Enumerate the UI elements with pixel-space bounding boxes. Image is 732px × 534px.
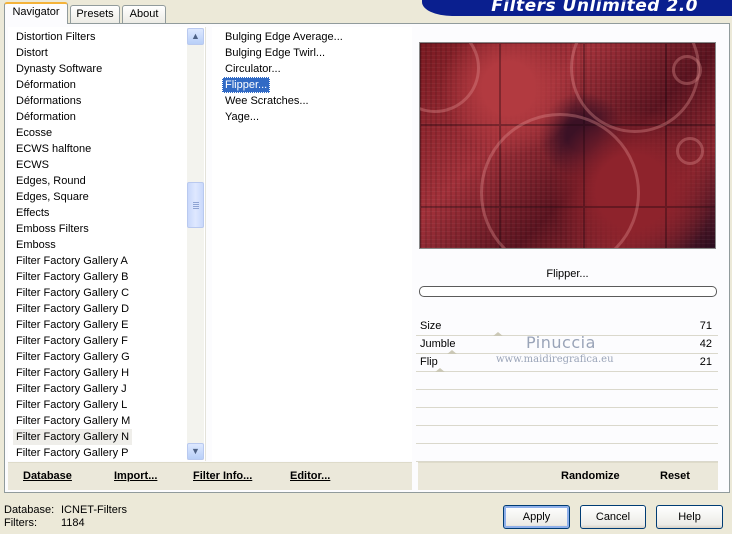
scroll-down-button[interactable]: ▼ xyxy=(187,443,204,460)
filter-item[interactable]: Circulator... xyxy=(222,61,284,77)
filter-list[interactable]: Bulging Edge Average... Bulging Edge Twir… xyxy=(212,27,412,461)
help-button[interactable]: Help xyxy=(656,505,723,529)
tab-navigator[interactable]: Navigator xyxy=(4,2,68,24)
category-item[interactable]: ECWS xyxy=(13,157,52,173)
apply-button[interactable]: Apply xyxy=(503,505,570,529)
category-item[interactable]: Filter Factory Gallery L xyxy=(13,397,130,413)
category-item[interactable]: Effects xyxy=(13,205,52,221)
category-item[interactable]: Emboss Filters xyxy=(13,221,92,237)
category-item[interactable]: Filter Factory Gallery J xyxy=(13,381,130,397)
filter-item[interactable]: Flipper... xyxy=(222,77,271,93)
database-value: ICNET-Filters xyxy=(61,504,127,516)
parameter-row xyxy=(416,372,718,390)
parameter-value: 71 xyxy=(699,320,712,332)
database-label: Database: xyxy=(4,504,55,516)
parameter-name: Size xyxy=(420,320,442,332)
filter-item[interactable]: Bulging Edge Average... xyxy=(222,29,346,45)
parameter-row xyxy=(416,390,718,408)
category-item[interactable]: Filter Factory Gallery F xyxy=(13,333,131,349)
scroll-up-button[interactable]: ▲ xyxy=(187,28,204,45)
filter-item[interactable]: Yage... xyxy=(222,109,262,125)
category-item[interactable]: Déformation xyxy=(13,109,79,125)
import-button[interactable]: Import... xyxy=(114,470,157,482)
category-item[interactable]: Filter Factory Gallery H xyxy=(13,365,132,381)
category-item[interactable]: Distortion Filters xyxy=(13,29,98,45)
filter-info-button[interactable]: Filter Info... xyxy=(193,470,252,482)
app-banner: Filters Unlimited 2.0 xyxy=(422,0,732,16)
filters-count-label: Filters: xyxy=(4,517,37,529)
category-item[interactable]: Edges, Round xyxy=(13,173,89,189)
category-item[interactable]: Déformation xyxy=(13,77,79,93)
parameter-value: 42 xyxy=(699,338,712,350)
reset-button[interactable]: Reset xyxy=(660,470,690,482)
parameter-name: Flip xyxy=(420,356,438,368)
banner-title: Filters Unlimited 2.0 xyxy=(491,0,698,16)
filter-item[interactable]: Bulging Edge Twirl... xyxy=(222,45,328,61)
parameter-value: 21 xyxy=(699,356,712,368)
tab-presets[interactable]: Presets xyxy=(70,5,120,23)
right-action-bar: Randomize Reset xyxy=(418,462,718,490)
database-button[interactable]: Database xyxy=(23,470,72,482)
parameter-name: Jumble xyxy=(420,338,456,350)
category-scrollbar[interactable]: ▲ ▼ xyxy=(187,28,204,460)
category-list[interactable]: Distortion Filters Distort Dynasty Softwar… xyxy=(8,27,206,461)
editor-button[interactable]: Editor... xyxy=(290,470,330,482)
category-item[interactable]: Dynasty Software xyxy=(13,61,105,77)
category-item[interactable]: ECWS halftone xyxy=(13,141,94,157)
tab-strip: Navigator Presets About xyxy=(4,2,424,24)
progress-bar xyxy=(419,286,717,297)
category-item[interactable]: Filter Factory Gallery A xyxy=(13,253,131,269)
cancel-button[interactable]: Cancel xyxy=(580,505,646,529)
parameter-row xyxy=(416,444,718,462)
category-item[interactable]: Filter Factory Gallery P xyxy=(13,445,131,461)
category-item[interactable]: Filter Factory Gallery D xyxy=(13,301,132,317)
category-item[interactable]: Filter Factory Gallery C xyxy=(13,285,132,301)
parameter-row xyxy=(416,408,718,426)
category-item[interactable]: Filter Factory Gallery E xyxy=(13,317,131,333)
category-item[interactable]: Distort xyxy=(13,45,51,61)
parameter-row xyxy=(416,426,718,444)
category-item[interactable]: Edges, Square xyxy=(13,189,92,205)
category-item[interactable]: Filter Factory Gallery M xyxy=(13,413,133,429)
tab-about[interactable]: About xyxy=(122,5,166,23)
scroll-thumb[interactable] xyxy=(187,182,204,228)
filter-item[interactable]: Wee Scratches... xyxy=(222,93,312,109)
category-item[interactable]: Déformations xyxy=(13,93,84,109)
filters-count-value: 1184 xyxy=(61,517,85,529)
category-item[interactable]: Filter Factory Gallery N xyxy=(13,429,133,445)
category-item[interactable]: Filter Factory Gallery G xyxy=(13,349,133,365)
preview-image xyxy=(419,42,716,249)
watermark-url: www.maidiregrafica.eu xyxy=(496,354,614,365)
category-item[interactable]: Filter Factory Gallery B xyxy=(13,269,131,285)
selected-filter-title: Flipper... xyxy=(546,268,589,280)
watermark-name: Pinuccia xyxy=(526,333,596,352)
randomize-button[interactable]: Randomize xyxy=(561,470,620,482)
category-item[interactable]: Ecosse xyxy=(13,125,55,141)
left-action-bar: Database Import... Filter Info... Editor… xyxy=(8,462,412,490)
category-item[interactable]: Emboss xyxy=(13,237,59,253)
